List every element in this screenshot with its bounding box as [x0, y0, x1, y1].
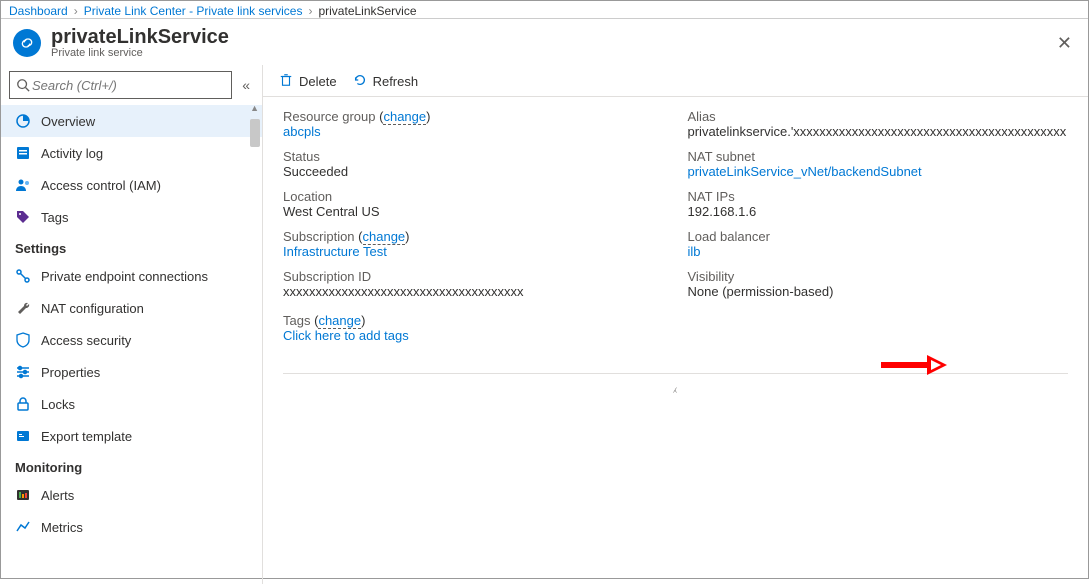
location-value: West Central US	[283, 204, 664, 219]
metrics-icon	[15, 519, 31, 535]
collapse-essentials-button[interactable]: ⁁	[283, 373, 1068, 393]
sidebar-item-label: Export template	[41, 429, 132, 444]
tags-icon	[15, 209, 31, 225]
nat-ips-value: 192.168.1.6	[688, 204, 1069, 219]
sidebar-item-overview[interactable]: Overview	[1, 105, 262, 137]
page-subtitle: Private link service	[51, 47, 229, 59]
sidebar-item-label: Access security	[41, 333, 131, 348]
sidebar-item-export-template[interactable]: Export template	[1, 420, 262, 452]
log-icon	[15, 145, 31, 161]
sidebar-item-label: Private endpoint connections	[41, 269, 208, 284]
change-tags-link[interactable]: change	[318, 313, 361, 329]
trash-icon	[279, 73, 293, 90]
sidebar-item-private-endpoint-connections[interactable]: Private endpoint connections	[1, 260, 262, 292]
sidebar-item-label: NAT configuration	[41, 301, 144, 316]
content-pane: Delete Refresh Resource group (change) a…	[263, 65, 1088, 584]
change-subscription-link[interactable]: change	[363, 229, 406, 245]
sidebar-scrollbar[interactable]	[250, 119, 260, 147]
alias-label: Alias	[688, 109, 1069, 124]
visibility-label: Visibility	[688, 269, 1069, 284]
change-resource-group-link[interactable]: change	[383, 109, 426, 125]
subscription-label: Subscription	[283, 229, 355, 244]
toolbar: Delete Refresh	[263, 65, 1088, 97]
subscription-id-value: xxxxxxxxxxxxxxxxxxxxxxxxxxxxxxxxxxxxx	[283, 284, 664, 299]
sidebar-item-label: Tags	[41, 210, 68, 225]
collapse-sidebar-icon[interactable]: «	[238, 75, 254, 95]
delete-button[interactable]: Delete	[279, 73, 337, 90]
refresh-label: Refresh	[373, 74, 419, 89]
scroll-up-icon[interactable]: ▲	[250, 105, 259, 113]
visibility-value: None (permission-based)	[688, 284, 1069, 299]
sidebar-item-label: Metrics	[41, 520, 83, 535]
sidebar: « ▲ Overview Activity log Access control…	[1, 65, 263, 584]
subscription-value[interactable]: Infrastructure Test	[283, 244, 387, 259]
sidebar-item-activity-log[interactable]: Activity log	[1, 137, 262, 169]
alerts-icon	[15, 487, 31, 503]
properties-icon	[15, 364, 31, 380]
load-balancer-value[interactable]: ilb	[688, 244, 701, 259]
alias-value: privatelinkservice.'xxxxxxxxxxxxxxxxxxxx…	[688, 124, 1069, 139]
close-icon[interactable]: ✕	[1053, 29, 1076, 58]
breadcrumb-dashboard[interactable]: Dashboard	[9, 4, 68, 18]
sidebar-item-access-security[interactable]: Access security	[1, 324, 262, 356]
search-box[interactable]	[9, 71, 232, 99]
sidebar-item-label: Activity log	[41, 146, 103, 161]
refresh-icon	[353, 73, 367, 90]
refresh-button[interactable]: Refresh	[353, 73, 419, 90]
lock-icon	[15, 396, 31, 412]
service-logo-icon	[13, 29, 41, 57]
resource-group-label: Resource group	[283, 109, 376, 124]
load-balancer-label: Load balancer	[688, 229, 1069, 244]
sidebar-item-iam[interactable]: Access control (IAM)	[1, 169, 262, 201]
export-icon	[15, 428, 31, 444]
status-label: Status	[283, 149, 664, 164]
sidebar-item-label: Access control (IAM)	[41, 178, 161, 193]
shield-icon	[15, 332, 31, 348]
sidebar-item-metrics[interactable]: Metrics	[1, 511, 262, 543]
chevron-right-icon: ›	[308, 4, 312, 18]
sidebar-item-alerts[interactable]: Alerts	[1, 479, 262, 511]
location-label: Location	[283, 189, 664, 204]
nav-list: ▲ Overview Activity log Access control (…	[1, 105, 262, 584]
sidebar-item-tags[interactable]: Tags	[1, 201, 262, 233]
iam-icon	[15, 177, 31, 193]
add-tags-link[interactable]: Click here to add tags	[283, 328, 409, 343]
breadcrumb: Dashboard › Private Link Center - Privat…	[1, 1, 1088, 19]
wrench-icon	[15, 300, 31, 316]
page-title: privateLinkService	[51, 27, 229, 47]
essentials-right: Alias privatelinkservice.'xxxxxxxxxxxxxx…	[688, 109, 1069, 353]
overview-icon	[15, 113, 31, 129]
sidebar-item-label: Alerts	[41, 488, 74, 503]
tags-label: Tags	[283, 313, 310, 328]
chevron-right-icon: ›	[74, 4, 78, 18]
nat-subnet-label: NAT subnet	[688, 149, 1069, 164]
breadcrumb-current: privateLinkService	[318, 4, 416, 18]
sidebar-item-properties[interactable]: Properties	[1, 356, 262, 388]
essentials-left: Resource group (change) abcpls Status Su…	[283, 109, 664, 353]
sidebar-item-label: Properties	[41, 365, 100, 380]
subscription-id-label: Subscription ID	[283, 269, 664, 284]
sidebar-section-monitoring: Monitoring	[1, 452, 262, 479]
sidebar-item-locks[interactable]: Locks	[1, 388, 262, 420]
resource-group-value[interactable]: abcpls	[283, 124, 321, 139]
page-header: privateLinkService Private link service …	[1, 19, 1088, 65]
delete-label: Delete	[299, 74, 337, 89]
sidebar-item-label: Overview	[41, 114, 95, 129]
sidebar-section-settings: Settings	[1, 233, 262, 260]
search-input[interactable]	[30, 77, 225, 94]
search-icon	[16, 78, 30, 92]
breadcrumb-plc[interactable]: Private Link Center - Private link servi…	[84, 4, 303, 18]
status-value: Succeeded	[283, 164, 664, 179]
sidebar-item-label: Locks	[41, 397, 75, 412]
nat-subnet-value[interactable]: privateLinkService_vNet/backendSubnet	[688, 164, 922, 179]
nat-ips-label: NAT IPs	[688, 189, 1069, 204]
sidebar-item-nat-configuration[interactable]: NAT configuration	[1, 292, 262, 324]
connections-icon	[15, 268, 31, 284]
